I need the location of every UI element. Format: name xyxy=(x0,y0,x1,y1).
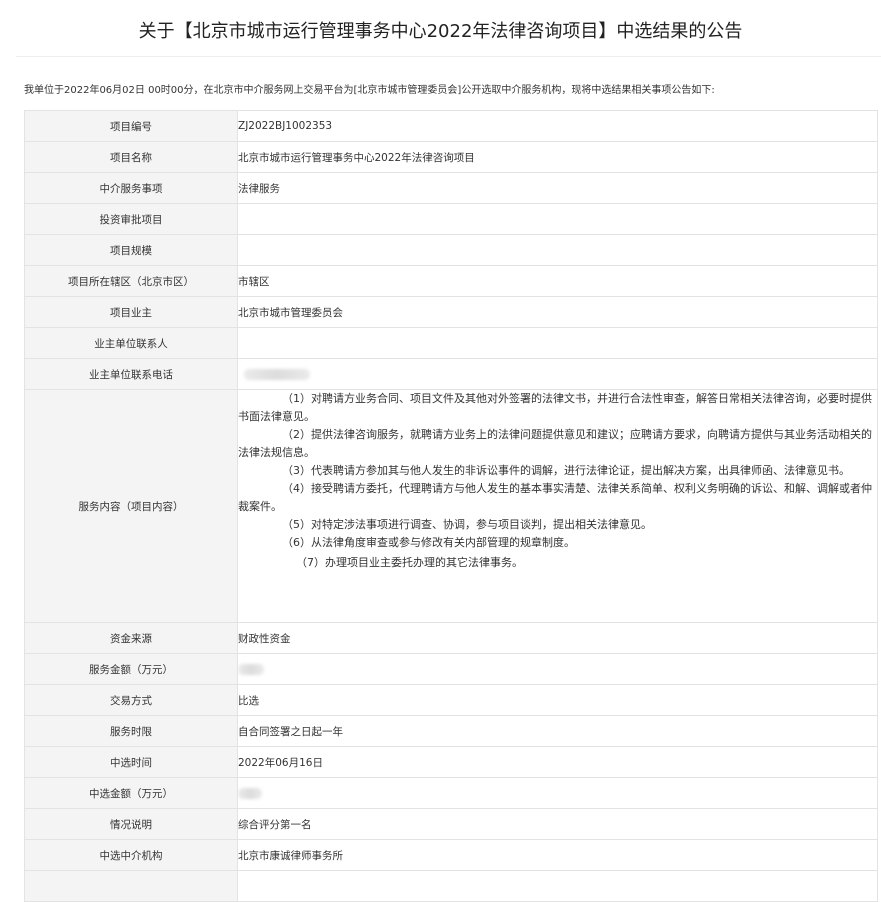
service-item-4: （4）接受聘请方委托，代理聘请方与他人发生的基本事实清楚、法律关系简单、权利义务… xyxy=(238,482,872,513)
row-label-service-item: 中介服务事项 xyxy=(24,172,238,204)
row-label-investment-approval: 投资审批项目 xyxy=(24,203,238,235)
service-item-7: （7）办理项目业主委托办理的其它法律事务。 xyxy=(296,556,523,569)
table-row: 项目业主 北京市城市管理委员会 xyxy=(24,296,878,328)
row-value-selected-time: 2022年06月16日 xyxy=(237,746,878,778)
table-row: 情况说明 综合评分第一名 xyxy=(24,808,878,840)
table-row: 项目名称 北京市城市运行管理事务中心2022年法律咨询项目 xyxy=(24,141,878,173)
table-row: 服务内容（项目内容） （1）对聘请方业务合同、项目文件及其他对外签署的法律文书，… xyxy=(24,389,878,623)
row-label-project-scale: 项目规模 xyxy=(24,234,238,266)
row-value-project-scale xyxy=(237,234,878,266)
result-table: 项目编号 ZJ2022BJ1002353 项目名称 北京市城市运行管理事务中心2… xyxy=(24,110,878,902)
table-row: 业主单位联系电话 xyxy=(24,358,878,390)
service-item-1: （1）对聘请方业务合同、项目文件及其他对外签署的法律文书，并进行合法性审查，解答… xyxy=(238,392,872,423)
row-label-service-amount: 服务金额（万元） xyxy=(24,653,238,685)
row-value-owner-phone xyxy=(237,358,878,390)
table-row: 项目所在辖区（北京市区） 市辖区 xyxy=(24,265,878,297)
announcement-page: 关于【北京市城市运行管理事务中心2022年法律咨询项目】中选结果的公告 我单位于… xyxy=(0,0,881,902)
row-label-truncated xyxy=(24,870,238,902)
row-label-selected-time: 中选时间 xyxy=(24,746,238,778)
row-label-owner-contact: 业主单位联系人 xyxy=(24,327,238,359)
row-value-notes: 综合评分第一名 xyxy=(237,808,878,840)
row-label-service-content: 服务内容（项目内容） xyxy=(24,389,238,623)
redacted-amount xyxy=(238,663,264,675)
row-value-trade-method: 比选 xyxy=(237,684,878,716)
service-item-6: （6）从法律角度审查或参与修改有关内部管理的规章制度。 xyxy=(282,536,575,549)
row-label-owner-phone: 业主单位联系电话 xyxy=(24,358,238,390)
row-label-notes: 情况说明 xyxy=(24,808,238,840)
row-value-project-name: 北京市城市运行管理事务中心2022年法律咨询项目 xyxy=(237,141,878,173)
table-row: 中选时间 2022年06月16日 xyxy=(24,746,878,778)
table-row: 中选中介机构 北京市康诚律师事务所 xyxy=(24,839,878,871)
service-item-5: （5）对特定涉法事项进行调查、协调，参与项目谈判，提出相关法律意见。 xyxy=(282,518,652,531)
row-label-district: 项目所在辖区（北京市区） xyxy=(24,265,238,297)
intro-text: 我单位于2022年06月02日 00时00分，在北京市中介服务网上交易平台为[北… xyxy=(24,85,715,96)
table-row: 业主单位联系人 xyxy=(24,327,878,359)
table-row: 服务金额（万元） xyxy=(24,653,878,685)
table-row: 服务时限 自合同签署之日起一年 xyxy=(24,715,878,747)
row-label-service-period: 服务时限 xyxy=(24,715,238,747)
row-value-selected-agency: 北京市康诚律师事务所 xyxy=(237,839,878,871)
table-row: 投资审批项目 xyxy=(24,203,878,235)
table-row: 项目规模 xyxy=(24,234,878,266)
row-value-project-owner: 北京市城市管理委员会 xyxy=(237,296,878,328)
row-label-project-owner: 项目业主 xyxy=(24,296,238,328)
row-value-service-amount xyxy=(237,653,878,685)
row-value-service-item: 法律服务 xyxy=(237,172,878,204)
row-value-service-content: （1）对聘请方业务合同、项目文件及其他对外签署的法律文书，并进行合法性审查，解答… xyxy=(237,389,878,623)
title-divider xyxy=(16,56,881,57)
row-value-selected-amount xyxy=(237,777,878,809)
redacted-selected-amount xyxy=(238,787,262,799)
row-value-owner-contact xyxy=(237,327,878,359)
table-row: 资金来源 财政性资金 xyxy=(24,622,878,654)
row-value-project-code: ZJ2022BJ1002353 xyxy=(237,110,878,142)
table-row: 中介服务事项 法律服务 xyxy=(24,172,878,204)
table-row: 中选金额（万元） xyxy=(24,777,878,809)
row-label-project-name: 项目名称 xyxy=(24,141,238,173)
row-label-selected-amount: 中选金额（万元） xyxy=(24,777,238,809)
table-row: 交易方式 比选 xyxy=(24,684,878,716)
row-label-project-code: 项目编号 xyxy=(24,110,238,142)
table-row: 项目编号 ZJ2022BJ1002353 xyxy=(24,110,878,142)
row-value-service-period: 自合同签署之日起一年 xyxy=(237,715,878,747)
row-label-fund-source: 资金来源 xyxy=(24,622,238,654)
row-value-truncated xyxy=(237,870,878,902)
page-title: 关于【北京市城市运行管理事务中心2022年法律咨询项目】中选结果的公告 xyxy=(138,21,743,42)
service-item-2: （2）提供法律咨询服务，就聘请方业务上的法律问题提供意见和建议；应聘请方要求，向… xyxy=(238,428,872,459)
row-value-fund-source: 财政性资金 xyxy=(237,622,878,654)
service-item-3: （3）代表聘请方参加其与他人发生的非诉讼事件的调解，进行法律论证，提出解决方案，… xyxy=(282,464,850,477)
row-label-selected-agency: 中选中介机构 xyxy=(24,839,238,871)
row-label-trade-method: 交易方式 xyxy=(24,684,238,716)
row-value-district: 市辖区 xyxy=(237,265,878,297)
row-value-investment-approval xyxy=(237,203,878,235)
table-row xyxy=(24,870,878,902)
redacted-phone xyxy=(244,368,310,380)
